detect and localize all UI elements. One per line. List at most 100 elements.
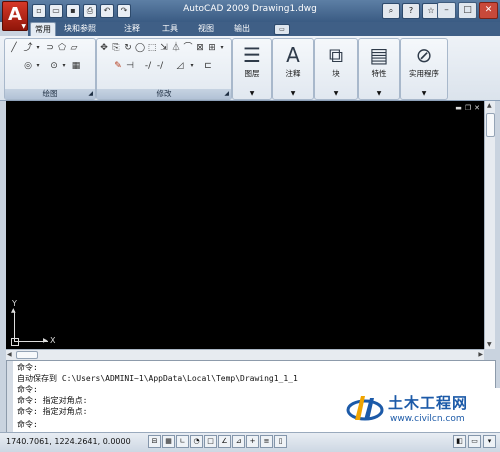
break-icon[interactable]: -/ <box>155 61 165 71</box>
save-icon[interactable]: ▪ <box>66 4 80 18</box>
erase-icon[interactable]: ✎ <box>113 61 123 71</box>
undo-icon[interactable]: ↶ <box>100 4 114 18</box>
join-icon[interactable]: ⊏ <box>203 61 213 71</box>
chevron-down-icon[interactable]: ▾ <box>33 43 43 53</box>
block-panel[interactable]: ⧉ 块 ▼ <box>314 38 358 100</box>
grid-icon[interactable]: ▦ <box>162 435 175 448</box>
scroll-left-icon[interactable]: ◀ <box>7 351 12 358</box>
vertical-scroll-thumb[interactable] <box>486 113 495 137</box>
drawing-canvas[interactable]: ▬ ❐ ✕ ▲ ▶ Y X <box>6 101 484 349</box>
offset-icon[interactable]: ◯ <box>135 43 145 53</box>
application-menu-button[interactable]: A ▼ <box>2 1 28 31</box>
rotate-icon[interactable]: ↻ <box>123 43 133 53</box>
chevron-down-icon[interactable]: ▼ <box>233 90 271 97</box>
scroll-up-icon[interactable]: ▲ <box>487 102 492 109</box>
mirror-icon[interactable]: ⏃ <box>171 43 181 53</box>
chevron-down-icon[interactable]: ▾ <box>217 43 227 53</box>
osnap-icon[interactable]: □ <box>204 435 217 448</box>
lineweight-icon[interactable]: ≡ <box>260 435 273 448</box>
tab-blocks-references[interactable]: 块和参照 <box>60 23 100 35</box>
drafting-settings: ⊟ ▦ ∟ ◔ □ ∠ ⊿ + ≡ ▯ <box>148 435 287 448</box>
tab-annotate[interactable]: 注释 <box>120 23 144 35</box>
scale-icon[interactable]: ⬚ <box>147 43 157 53</box>
chevron-down-icon[interactable]: ▼ <box>315 90 357 97</box>
maximize-button[interactable]: □ <box>458 2 477 19</box>
command-history-line: 自动保存到 C:\Users\ADMINI~1\AppData\Local\Te… <box>17 374 298 383</box>
status-bar: 1740.7061, 1224.2641, 0.0000 ⊟ ▦ ∟ ◔ □ ∠… <box>0 432 500 452</box>
minimize-button[interactable]: – <box>437 2 456 19</box>
horizontal-scrollbar[interactable]: ◀ ▶ <box>6 349 484 360</box>
tab-home[interactable]: 常用 <box>30 22 56 37</box>
chamfer-icon[interactable]: ◿ <box>175 61 185 71</box>
annotation-label: 注释 <box>285 69 301 78</box>
close-button[interactable]: ✕ <box>479 2 498 19</box>
copy-icon[interactable]: ⎘ <box>111 43 121 53</box>
polyline-icon[interactable]: ⤴ <box>23 43 33 53</box>
chevron-down-icon[interactable]: ▾ <box>59 61 69 71</box>
print-icon[interactable]: ⎙ <box>83 4 97 18</box>
snap-icon[interactable]: ⊟ <box>148 435 161 448</box>
open-icon[interactable]: ▭ <box>49 4 63 18</box>
search-icon[interactable]: ⌕ <box>382 3 400 19</box>
polar-icon[interactable]: ◔ <box>190 435 203 448</box>
new-icon[interactable]: ▫ <box>32 4 46 18</box>
chevron-down-icon[interactable]: ▾ <box>33 61 43 71</box>
properties-panel[interactable]: ▤ 特性 ▼ <box>358 38 400 100</box>
command-window-handle[interactable] <box>7 361 13 433</box>
chevron-down-icon[interactable]: ▾ <box>187 61 197 71</box>
annotation-panel[interactable]: A 注释 ▼ <box>272 38 314 100</box>
command-history-line: 命令: <box>17 385 38 394</box>
otrack-icon[interactable]: ∠ <box>218 435 231 448</box>
layers-panel[interactable]: ☰ 图层 ▼ <box>232 38 272 100</box>
trim-icon[interactable]: ⊣ <box>125 61 135 71</box>
scroll-right-icon[interactable]: ▶ <box>478 351 483 358</box>
block-icon: ⧉ <box>328 43 344 67</box>
stretch-icon[interactable]: ⇲ <box>159 43 169 53</box>
vertical-scrollbar[interactable]: ▲ ▼ <box>484 101 495 349</box>
hatch-icon[interactable]: ▦ <box>71 61 81 71</box>
redo-icon[interactable]: ↷ <box>117 4 131 18</box>
fillet-icon[interactable]: ⌒ <box>183 43 193 53</box>
ortho-icon[interactable]: ∟ <box>176 435 189 448</box>
utilities-panel[interactable]: ⊘ 实用程序 ▼ <box>400 38 448 100</box>
chevron-down-icon[interactable]: ▼ <box>359 90 399 97</box>
ellipse-icon[interactable]: ⊙ <box>49 61 59 71</box>
arc-icon[interactable]: ⊃ <box>45 43 55 53</box>
utilities-icon: ⊘ <box>415 43 433 67</box>
ducs-icon[interactable]: ⊿ <box>232 435 245 448</box>
command-history-line: 命令: <box>17 363 38 372</box>
modify-panel-title[interactable]: 修改 ◢ <box>97 89 231 99</box>
help-icon[interactable]: ? <box>402 3 420 19</box>
minimize-icon[interactable]: ▬ <box>455 104 462 112</box>
command-input[interactable]: 命令: <box>17 420 38 430</box>
scroll-down-icon[interactable]: ▼ <box>487 341 492 348</box>
chevron-down-icon[interactable]: ▼ <box>401 90 447 97</box>
tab-output[interactable]: 输出 <box>230 23 254 35</box>
draw-panel-title[interactable]: 绘图 ◢ <box>5 89 95 99</box>
polygon-icon[interactable]: ⬠ <box>57 43 67 53</box>
close-icon[interactable]: ✕ <box>474 104 480 112</box>
quick-properties-icon[interactable]: ▯ <box>274 435 287 448</box>
model-icon[interactable]: ◧ <box>453 435 466 448</box>
chevron-down-icon: ▼ <box>21 23 26 30</box>
chevron-down-icon[interactable]: ▼ <box>273 90 313 97</box>
dyn-icon[interactable]: + <box>246 435 259 448</box>
explode-icon[interactable]: ⊠ <box>195 43 205 53</box>
expand-icon[interactable]: ◢ <box>224 89 229 99</box>
horizontal-scroll-thumb[interactable] <box>16 351 38 359</box>
move-icon[interactable]: ✥ <box>99 43 109 53</box>
array-icon[interactable]: ⊞ <box>207 43 217 53</box>
ucs-x-label: X <box>50 336 56 345</box>
circle-icon[interactable]: ◎ <box>23 61 33 71</box>
tab-tools[interactable]: 工具 <box>158 23 182 35</box>
tray-settings-icon[interactable]: ▾ <box>483 435 496 448</box>
expand-icon[interactable]: ◢ <box>88 89 93 99</box>
extend-icon[interactable]: -/ <box>143 61 153 71</box>
line-icon[interactable]: ╱ <box>9 43 19 53</box>
tab-view[interactable]: 视图 <box>194 23 218 35</box>
ribbon-minimize-toggle[interactable]: ▭ <box>274 24 290 35</box>
rectangle-icon[interactable]: ▱ <box>69 43 79 53</box>
layout-icon[interactable]: ▭ <box>468 435 481 448</box>
watermark: 土木工程网 www.civilcn.com <box>342 388 500 432</box>
restore-icon[interactable]: ❐ <box>465 104 471 112</box>
